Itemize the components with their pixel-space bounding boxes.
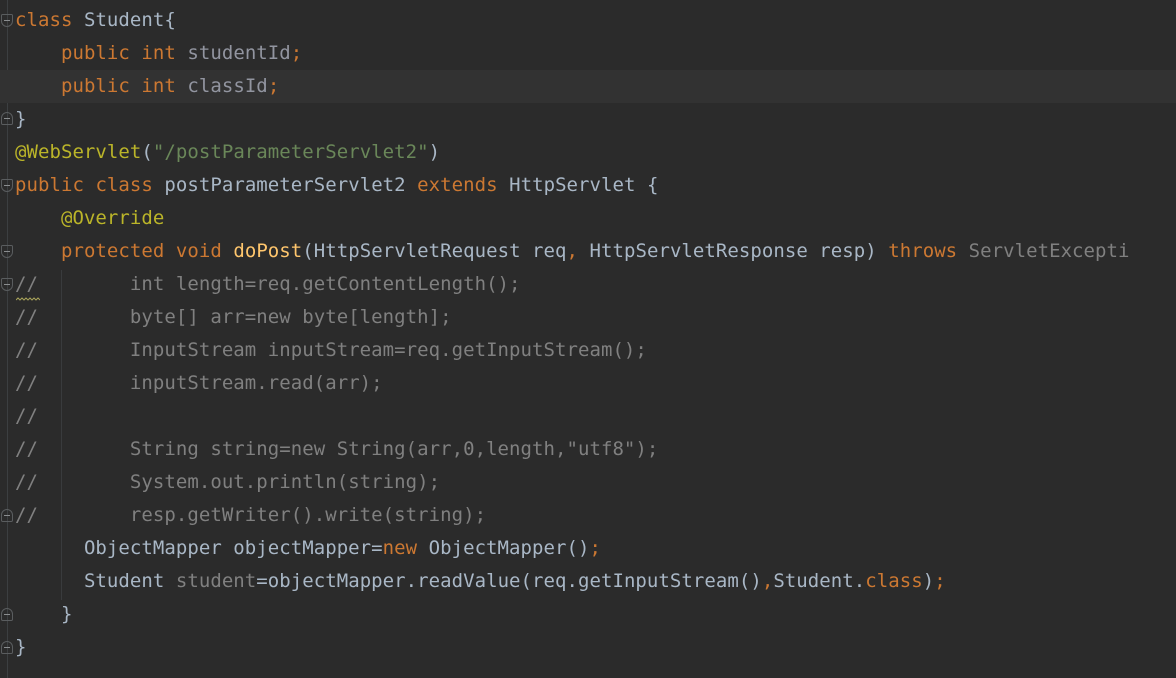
fold-marker-icon[interactable] xyxy=(1,641,13,654)
code-line-7: @Override xyxy=(60,207,165,229)
code-line-14: // String string=new String(arr,0,length… xyxy=(15,438,659,460)
code-line-16: // resp.getWriter().write(string); xyxy=(15,504,487,526)
fold-marker-icon[interactable] xyxy=(1,112,13,125)
code-line-12: // inputStream.read(arr); xyxy=(15,372,383,394)
code-line-10: // byte[] arr=new byte[length]; xyxy=(15,306,452,328)
code-line-5: @WebServlet("/postParameterServlet2") xyxy=(15,141,441,163)
code-line-19: } xyxy=(60,603,73,625)
fold-marker-icon[interactable] xyxy=(1,245,13,258)
fold-marker-icon[interactable] xyxy=(1,179,13,192)
code-line-4: } xyxy=(15,108,27,130)
fold-marker-icon[interactable] xyxy=(1,608,13,621)
fold-marker-icon[interactable] xyxy=(1,14,13,27)
code-line-18: Student student=objectMapper.readValue(r… xyxy=(83,570,946,592)
code-line-17: ObjectMapper objectMapper=new ObjectMapp… xyxy=(83,537,601,559)
code-line-11: // InputStream inputStream=req.getInputS… xyxy=(15,339,647,361)
fold-marker-icon[interactable] xyxy=(1,509,13,522)
code-line-20: } xyxy=(15,636,27,658)
code-line-1: class Student{ xyxy=(15,9,176,31)
code-line-15: // System.out.println(string); xyxy=(15,471,441,493)
code-line-9: // int length=req.getContentLength(); xyxy=(15,273,521,295)
code-line-8: protected void doPost(HttpServletRequest… xyxy=(60,240,1130,262)
code-line-13: // xyxy=(15,405,38,427)
code-line-2: public int studentId; xyxy=(60,42,303,64)
code-line-3: public int classId; xyxy=(0,70,1176,103)
code-line-6: public class postParameterServlet2 exten… xyxy=(15,174,659,196)
code-area[interactable]: class Student{ public int studentId; pub… xyxy=(0,4,1176,664)
code-editor[interactable]: class Student{ public int studentId; pub… xyxy=(0,0,1176,678)
fold-marker-icon[interactable] xyxy=(1,278,13,291)
